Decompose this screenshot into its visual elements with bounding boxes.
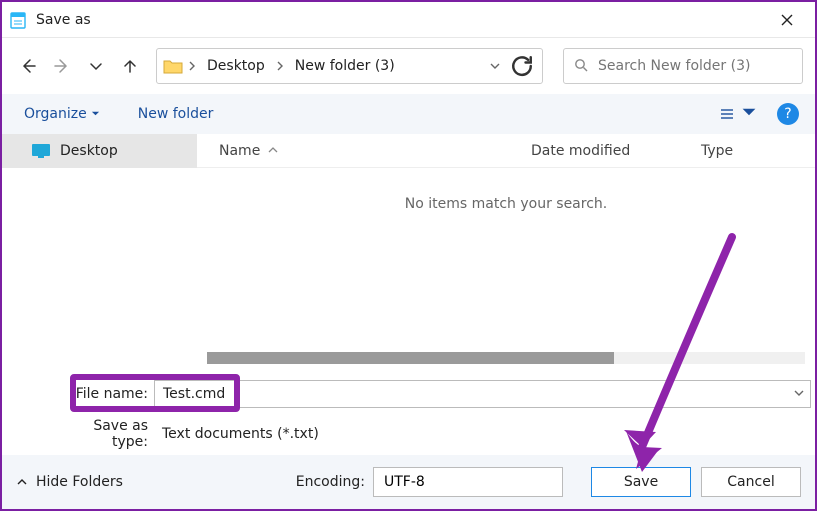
search-box[interactable] xyxy=(563,48,803,84)
view-options-button[interactable] xyxy=(713,100,763,128)
save-as-type-label: Save as type: xyxy=(72,418,154,450)
file-name-row: File name: Test.cmd xyxy=(72,380,811,408)
scrollbar-thumb[interactable] xyxy=(207,352,614,364)
new-folder-button[interactable]: New folder xyxy=(132,102,220,126)
file-name-input[interactable]: Test.cmd xyxy=(154,380,811,408)
help-button[interactable]: ? xyxy=(777,103,799,125)
breadcrumb-item-desktop[interactable]: Desktop xyxy=(201,56,271,76)
save-as-type-value: Text documents (*.txt) xyxy=(162,426,319,442)
cancel-button[interactable]: Cancel xyxy=(701,467,801,497)
horizontal-scrollbar[interactable] xyxy=(207,352,805,364)
toolbar: Organize New folder ? xyxy=(2,94,815,134)
close-button[interactable] xyxy=(767,2,807,37)
caret-down-icon xyxy=(91,106,100,122)
file-name-label: File name: xyxy=(72,386,154,402)
folder-icon xyxy=(163,58,183,74)
caret-down-icon xyxy=(741,104,757,124)
save-as-type-select[interactable]: Text documents (*.txt) xyxy=(154,420,811,448)
sidebar-item-desktop[interactable]: Desktop xyxy=(2,134,197,168)
window-title: Save as xyxy=(36,12,767,28)
breadcrumb-item-newfolder[interactable]: New folder (3) xyxy=(289,56,401,76)
chevron-down-icon[interactable] xyxy=(794,386,804,402)
nav-row: Desktop New folder (3) xyxy=(2,38,815,94)
hide-folders-button[interactable]: Hide Folders xyxy=(16,474,123,490)
new-folder-label: New folder xyxy=(138,106,214,122)
sidebar-item-label: Desktop xyxy=(60,143,118,159)
search-input[interactable] xyxy=(598,58,792,74)
chevron-right-icon[interactable] xyxy=(275,61,285,71)
sidebar: Desktop xyxy=(2,134,197,364)
save-button[interactable]: Save xyxy=(591,467,691,497)
column-header-name[interactable]: Name xyxy=(219,143,531,159)
chevron-right-icon[interactable] xyxy=(187,61,197,71)
notepad-icon xyxy=(10,11,26,29)
empty-search-message: No items match your search. xyxy=(197,168,815,364)
save-as-type-row: Save as type: Text documents (*.txt) xyxy=(72,418,811,450)
forward-button[interactable] xyxy=(48,52,76,80)
title-bar: Save as xyxy=(2,2,815,38)
main-area: Desktop Name Date modified Type No items… xyxy=(2,134,815,364)
recent-locations-button[interactable] xyxy=(82,52,110,80)
file-list: Name Date modified Type No items match y… xyxy=(197,134,815,364)
column-header-date[interactable]: Date modified xyxy=(531,143,701,159)
organize-menu[interactable]: Organize xyxy=(18,102,106,126)
file-name-value: Test.cmd xyxy=(163,386,225,402)
up-button[interactable] xyxy=(116,52,144,80)
desktop-icon xyxy=(32,144,50,158)
refresh-button[interactable] xyxy=(508,52,536,80)
encoding-label: Encoding: xyxy=(296,474,365,490)
encoding-select[interactable]: UTF-8 xyxy=(373,467,563,497)
sort-indicator-icon xyxy=(268,143,338,159)
column-headers: Name Date modified Type xyxy=(197,134,815,168)
back-button[interactable] xyxy=(14,52,42,80)
bottom-bar: Hide Folders Encoding: UTF-8 Save Cancel xyxy=(2,455,815,509)
column-header-type[interactable]: Type xyxy=(701,143,815,159)
chevron-down-icon[interactable] xyxy=(490,61,500,71)
encoding-value: UTF-8 xyxy=(384,474,425,490)
hide-folders-label: Hide Folders xyxy=(36,474,123,490)
organize-label: Organize xyxy=(24,106,87,122)
search-icon xyxy=(574,57,598,76)
breadcrumb[interactable]: Desktop New folder (3) xyxy=(156,48,543,84)
